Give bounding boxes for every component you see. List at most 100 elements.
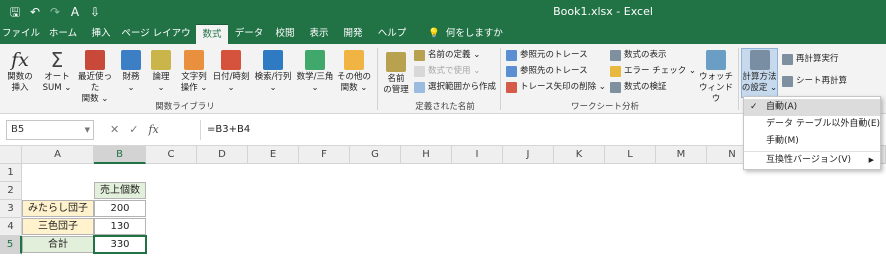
menu-item-manual[interactable]: 手動(M) <box>744 133 880 150</box>
column-header[interactable]: E <box>248 146 299 164</box>
column-header[interactable]: M <box>656 146 707 164</box>
cancel-icon[interactable]: ✕ <box>110 120 119 140</box>
menu-item-automatic-except-tables[interactable]: データ テーブル以外自動(E) <box>744 116 880 133</box>
column-header[interactable]: G <box>350 146 401 164</box>
column-header[interactable]: H <box>401 146 452 164</box>
error-check-icon <box>610 66 621 77</box>
date-time-button[interactable]: 日付/時刻 ⌄ <box>210 50 252 94</box>
ribbon-tab-bar: ファイル ホーム 挿入 ページ レイアウト 数式 データ 校閲 表示 開発 ヘル… <box>0 24 886 59</box>
trace-dependents-icon <box>506 66 517 77</box>
menu-item-compatibility-version[interactable]: 互換性バージョン(V) ▶ <box>744 151 880 168</box>
name-manager-button[interactable]: 名前 の管理 <box>380 52 412 96</box>
cell-B3[interactable]: 200 <box>94 200 146 217</box>
formula-bar-buttons: ✕ ✓ fx <box>110 120 159 140</box>
tell-me-box[interactable]: 💡 何をしますか <box>428 24 503 44</box>
sigma-icon: Σ <box>50 48 64 72</box>
row-header[interactable]: 4 <box>0 218 22 236</box>
calculation-options-menu: ✓ 自動(A) データ テーブル以外自動(E) 手動(M) 互換性バージョン(V… <box>743 96 881 170</box>
column-header[interactable]: J <box>503 146 554 164</box>
cell-A5[interactable]: 合計 <box>22 236 94 253</box>
cell-A4[interactable]: 三色団子 <box>22 218 94 235</box>
tab-page-layout[interactable]: ページ レイアウト <box>118 24 194 59</box>
tab-file[interactable]: ファイル <box>2 24 40 44</box>
title-bar: 🖫 ↶ ↷ A ⇩ Book1.xlsx - Excel <box>0 0 886 24</box>
watch-window-icon <box>706 50 726 70</box>
calculate-sheet-button[interactable]: シート再計算 <box>782 74 847 89</box>
trace-precedents-icon <box>506 50 517 61</box>
math-trig-button[interactable]: 数学/三角 ⌄ <box>294 50 336 94</box>
tab-home[interactable]: ホーム <box>42 24 84 44</box>
error-checking-button[interactable]: エラー チェック ⌄ <box>610 64 696 79</box>
column-header[interactable]: L <box>605 146 656 164</box>
create-from-selection-icon <box>414 82 425 93</box>
tab-formulas[interactable]: 数式 <box>196 24 228 44</box>
tab-review[interactable]: 校閲 <box>270 24 300 44</box>
check-icon: ✓ <box>750 102 758 112</box>
use-in-formula-icon <box>414 66 425 77</box>
use-in-formula-button[interactable]: 数式で使用 ⌄ <box>414 64 480 79</box>
row-header[interactable]: 3 <box>0 200 22 218</box>
column-header[interactable]: F <box>299 146 350 164</box>
math-book-icon <box>305 50 325 70</box>
column-header[interactable]: B <box>94 146 146 164</box>
group-divider <box>738 48 739 110</box>
tab-help[interactable]: ヘルプ <box>372 24 412 44</box>
remove-arrows-icon <box>506 82 517 93</box>
create-from-selection-button[interactable]: 選択範囲から作成 <box>414 80 496 95</box>
remove-arrows-button[interactable]: トレース矢印の削除 ⌄ <box>506 80 606 95</box>
watch-window-button[interactable]: ウォッチ ウィンドウ <box>696 50 736 105</box>
calculation-options-button[interactable]: 計算方法 の設定 ⌄ <box>741 50 778 94</box>
column-header[interactable]: A <box>22 146 94 164</box>
calculate-now-button[interactable]: 再計算実行 <box>782 52 839 67</box>
tab-insert[interactable]: 挿入 <box>86 24 116 44</box>
tell-me-label: 何をしますか <box>445 28 503 39</box>
logical-button[interactable]: 論理 ⌄ <box>148 50 174 94</box>
lookup-reference-button[interactable]: 検索/行列 ⌄ <box>252 50 294 94</box>
show-formulas-icon <box>610 50 621 61</box>
insert-function-icon: fx <box>11 49 29 71</box>
evaluate-formula-icon <box>610 82 621 93</box>
row-header[interactable]: 5 <box>0 236 22 254</box>
trace-dependents-button[interactable]: 参照先のトレース <box>506 64 588 79</box>
group-divider <box>500 48 501 110</box>
tab-data[interactable]: データ <box>232 24 266 44</box>
financial-button[interactable]: 財務 ⌄ <box>118 50 144 94</box>
name-tag-icon <box>386 52 406 72</box>
recent-functions-button[interactable]: 最近使った 関数 ⌄ <box>74 50 116 105</box>
group-divider <box>377 48 378 110</box>
enter-icon[interactable]: ✓ <box>129 120 138 140</box>
select-all-corner[interactable] <box>0 146 22 164</box>
column-header[interactable]: D <box>197 146 248 164</box>
calculator-icon <box>749 50 770 70</box>
text-functions-button[interactable]: 文字列 操作 ⌄ <box>178 50 210 94</box>
cell-B4[interactable]: 130 <box>94 218 146 235</box>
evaluate-formula-button[interactable]: 数式の検証 <box>610 80 667 95</box>
tab-developer[interactable]: 開発 <box>338 24 368 44</box>
more-functions-button[interactable]: その他の 関数 ⌄ <box>336 50 372 94</box>
insert-function-button[interactable]: fx 関数の 挿入 <box>4 50 36 94</box>
row-header[interactable]: 1 <box>0 164 22 182</box>
cell-B2[interactable]: 売上個数 <box>94 182 146 199</box>
text-book-icon <box>184 50 204 70</box>
define-name-button[interactable]: 名前の定義 ⌄ <box>414 48 480 63</box>
function-library-group-label: 関数ライブラリ <box>155 102 215 112</box>
column-header[interactable]: K <box>554 146 605 164</box>
autosum-button[interactable]: Σ オート SUM ⌄ <box>40 50 74 94</box>
column-header[interactable]: C <box>146 146 197 164</box>
column-header[interactable]: I <box>452 146 503 164</box>
show-formulas-button[interactable]: 数式の表示 <box>610 48 667 63</box>
trace-precedents-button[interactable]: 参照元のトレース <box>506 48 588 63</box>
row-header[interactable]: 2 <box>0 182 22 200</box>
financial-book-icon <box>121 50 141 70</box>
chevron-down-icon[interactable]: ▼ <box>85 121 90 139</box>
name-box[interactable]: B5 ▼ <box>6 120 94 140</box>
tab-view[interactable]: 表示 <box>304 24 334 44</box>
logical-book-icon <box>151 50 171 70</box>
menu-item-automatic[interactable]: ✓ 自動(A) <box>744 99 880 116</box>
cell-B5[interactable]: 330 <box>93 235 147 254</box>
define-name-icon <box>414 50 425 61</box>
cell-A3[interactable]: みたらし団子 <box>22 200 94 217</box>
formula-auditing-group-label: ワークシート分析 <box>570 102 639 112</box>
window-title: Book1.xlsx - Excel <box>553 5 653 18</box>
insert-function-icon[interactable]: fx <box>148 120 158 140</box>
